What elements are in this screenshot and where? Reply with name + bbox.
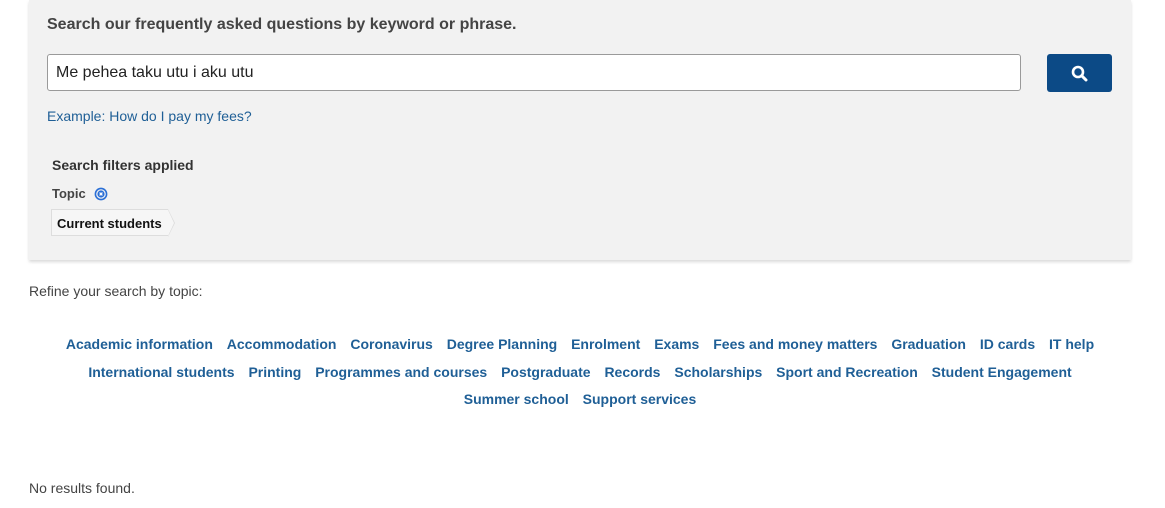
applied-filter-tag[interactable]: Current students [51, 209, 175, 237]
topic-link[interactable]: Graduation [891, 331, 966, 359]
topic-link[interactable]: Summer school [464, 386, 569, 414]
topic-link[interactable]: Postgraduate [501, 359, 590, 387]
topic-link[interactable]: IT help [1049, 331, 1094, 359]
topic-link[interactable]: Programmes and courses [315, 359, 487, 387]
filter-topic-row: Topic [52, 186, 108, 201]
topic-link[interactable]: Coronavirus [350, 331, 432, 359]
close-circle-icon[interactable] [94, 187, 108, 201]
topic-link[interactable]: Accommodation [227, 331, 337, 359]
topic-link[interactable]: Enrolment [571, 331, 640, 359]
topic-link[interactable]: International students [88, 359, 234, 387]
topic-link[interactable]: Fees and money matters [713, 331, 877, 359]
topic-link[interactable]: Student Engagement [932, 359, 1072, 387]
topic-link[interactable]: Sport and Recreation [776, 359, 918, 387]
topic-links: Academic information Accommodation Coron… [29, 331, 1131, 414]
no-results-message: No results found. [29, 480, 135, 496]
topic-link[interactable]: Exams [654, 331, 699, 359]
search-input[interactable] [47, 54, 1021, 91]
topic-link[interactable]: Degree Planning [447, 331, 557, 359]
search-icon [1071, 65, 1088, 81]
topic-link[interactable]: ID cards [980, 331, 1035, 359]
topic-link[interactable]: Academic information [66, 331, 213, 359]
refine-label: Refine your search by topic: [29, 283, 203, 299]
search-button[interactable] [1047, 54, 1112, 92]
search-heading: Search our frequently asked questions by… [47, 16, 517, 33]
filters-heading: Search filters applied [52, 157, 194, 173]
search-example: Example: How do I pay my fees? [47, 108, 252, 124]
topic-link[interactable]: Support services [583, 386, 697, 414]
topic-link[interactable]: Records [604, 359, 660, 387]
topic-link[interactable]: Scholarships [674, 359, 762, 387]
example-link[interactable]: How do I pay my fees? [109, 108, 251, 124]
faq-search-panel: Search our frequently asked questions by… [29, 0, 1131, 260]
topic-link[interactable]: Printing [248, 359, 301, 387]
filter-topic-label: Topic [52, 186, 86, 201]
example-prefix: Example: [47, 108, 106, 124]
